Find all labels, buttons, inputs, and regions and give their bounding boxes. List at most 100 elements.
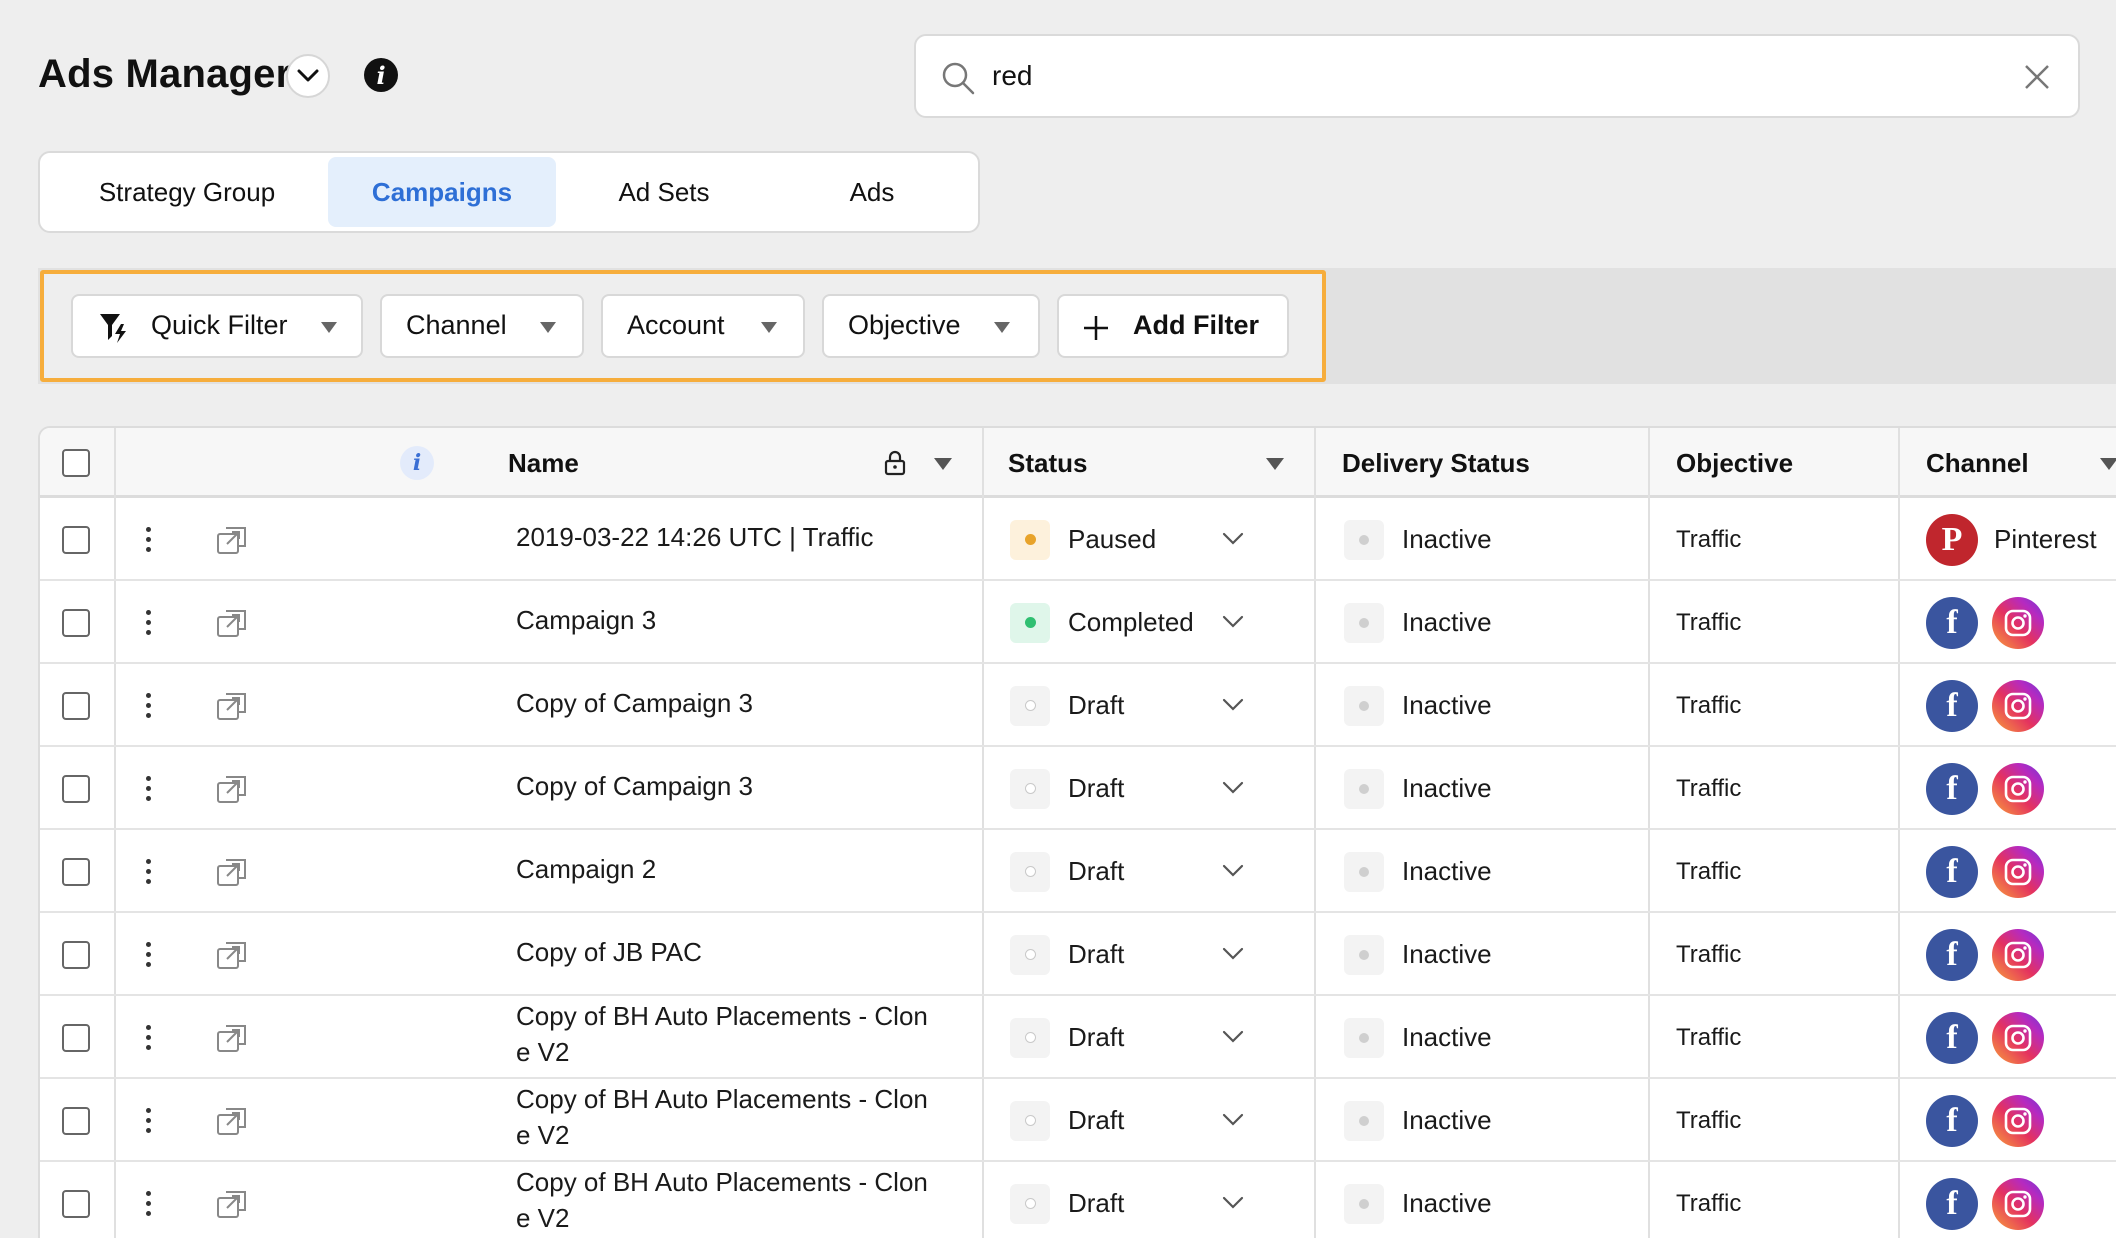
chevron-down-icon[interactable] bbox=[1222, 698, 1244, 712]
column-header-delivery-status[interactable]: Delivery Status bbox=[1342, 428, 1530, 498]
open-external-icon[interactable] bbox=[216, 1023, 248, 1053]
table-row[interactable]: Copy of BH Auto Placements - Clon e V2 Dra… bbox=[40, 1162, 2116, 1238]
tab-strategy-group[interactable]: Strategy Group bbox=[46, 157, 328, 227]
table-row[interactable]: Campaign 3 Completed Inactive Traffic f bbox=[40, 581, 2116, 664]
row-checkbox[interactable] bbox=[62, 691, 90, 720]
column-header-objective[interactable]: Objective bbox=[1676, 428, 1793, 498]
column-header-channel[interactable]: Channel bbox=[1926, 428, 2029, 498]
row-select-cell bbox=[62, 913, 90, 996]
tab-ad-sets[interactable]: Ad Sets bbox=[556, 157, 772, 227]
channel-sort-caret-icon[interactable] bbox=[2100, 458, 2116, 470]
search-input[interactable] bbox=[992, 54, 1892, 98]
status-cell[interactable]: Completed bbox=[1010, 581, 1310, 664]
kebab-menu-icon[interactable] bbox=[146, 859, 151, 884]
campaign-name[interactable]: 2019-03-22 14:26 UTC | Traffic bbox=[516, 519, 873, 555]
tab-ads[interactable]: Ads bbox=[772, 157, 972, 227]
open-external-icon[interactable] bbox=[216, 940, 248, 970]
campaign-name-cell[interactable]: Copy of BH Auto Placements - Clon e V2 bbox=[516, 1079, 976, 1162]
campaign-name-cell[interactable]: Campaign 3 bbox=[516, 581, 976, 664]
row-checkbox[interactable] bbox=[62, 525, 90, 554]
campaign-name-cell[interactable]: 2019-03-22 14:26 UTC | Traffic bbox=[516, 498, 976, 581]
campaign-name-cell[interactable]: Copy of Campaign 3 bbox=[516, 747, 976, 830]
column-header-status[interactable]: Status bbox=[1008, 428, 1087, 498]
status-cell[interactable]: Draft bbox=[1010, 996, 1310, 1079]
chevron-down-icon[interactable] bbox=[1222, 1113, 1244, 1127]
campaign-name-cell[interactable]: Copy of JB PAC bbox=[516, 913, 976, 996]
open-external-icon[interactable] bbox=[216, 525, 248, 555]
campaign-name[interactable]: Copy of BH Auto Placements - Clon e V2 bbox=[516, 1164, 928, 1236]
campaign-name[interactable]: Campaign 3 bbox=[516, 602, 656, 638]
open-external-icon[interactable] bbox=[216, 857, 248, 887]
campaign-name-cell[interactable]: Copy of Campaign 3 bbox=[516, 664, 976, 747]
table-row[interactable]: Copy of BH Auto Placements - Clon e V2 Dra… bbox=[40, 996, 2116, 1079]
open-external-icon[interactable] bbox=[216, 1106, 248, 1136]
table-row[interactable]: Campaign 2 Draft Inactive Traffic f bbox=[40, 830, 2116, 913]
status-cell[interactable]: Draft bbox=[1010, 1079, 1310, 1162]
chevron-down-icon[interactable] bbox=[1222, 781, 1244, 795]
objective-filter-button[interactable]: Objective bbox=[822, 294, 1040, 358]
chevron-down-icon[interactable] bbox=[1222, 947, 1244, 961]
row-checkbox[interactable] bbox=[62, 1106, 90, 1135]
campaign-name[interactable]: Copy of JB PAC bbox=[516, 934, 702, 970]
kebab-menu-icon[interactable] bbox=[146, 942, 151, 967]
status-cell[interactable]: Draft bbox=[1010, 830, 1310, 913]
name-sort-caret-icon[interactable] bbox=[934, 458, 952, 470]
status-label: Draft bbox=[1068, 690, 1125, 720]
row-menu-cell bbox=[146, 581, 151, 664]
column-info-icon[interactable]: i bbox=[400, 446, 434, 480]
chevron-down-icon[interactable] bbox=[1222, 1196, 1244, 1210]
title-dropdown-button[interactable] bbox=[286, 54, 330, 98]
info-icon[interactable]: i bbox=[364, 58, 398, 92]
campaign-name-cell[interactable]: Campaign 2 bbox=[516, 830, 976, 913]
campaign-name-cell[interactable]: Copy of BH Auto Placements - Clon e V2 bbox=[516, 996, 976, 1079]
row-checkbox[interactable] bbox=[62, 1023, 90, 1052]
status-sort-caret-icon[interactable] bbox=[1266, 458, 1284, 470]
open-external-icon[interactable] bbox=[216, 608, 248, 638]
status-cell[interactable]: Draft bbox=[1010, 664, 1310, 747]
row-checkbox[interactable] bbox=[62, 774, 90, 803]
kebab-menu-icon[interactable] bbox=[146, 527, 151, 552]
objective-cell: Traffic bbox=[1676, 691, 1742, 719]
row-checkbox[interactable] bbox=[62, 1189, 90, 1218]
status-cell[interactable]: Paused bbox=[1010, 498, 1310, 581]
row-checkbox[interactable] bbox=[62, 608, 90, 637]
kebab-menu-icon[interactable] bbox=[146, 776, 151, 801]
status-cell[interactable]: Draft bbox=[1010, 747, 1310, 830]
campaign-name[interactable]: Copy of BH Auto Placements - Clon e V2 bbox=[516, 998, 928, 1070]
column-header-name[interactable]: Name bbox=[508, 428, 579, 498]
table-row[interactable]: Copy of JB PAC Draft Inactive Traffic f bbox=[40, 913, 2116, 996]
chevron-down-icon[interactable] bbox=[1222, 615, 1244, 629]
campaign-name-line: Copy of JB PAC bbox=[516, 936, 702, 967]
kebab-menu-icon[interactable] bbox=[146, 1025, 151, 1050]
status-cell[interactable]: Draft bbox=[1010, 913, 1310, 996]
table-row[interactable]: Copy of BH Auto Placements - Clon e V2 Dra… bbox=[40, 1079, 2116, 1162]
chevron-down-icon[interactable] bbox=[1222, 532, 1244, 546]
channel-filter-button[interactable]: Channel bbox=[380, 294, 584, 358]
kebab-menu-icon[interactable] bbox=[146, 693, 151, 718]
chevron-down-icon[interactable] bbox=[1222, 864, 1244, 878]
quick-filter-button[interactable]: Quick Filter bbox=[71, 294, 363, 358]
campaign-name[interactable]: Copy of Campaign 3 bbox=[516, 768, 753, 804]
campaign-name[interactable]: Copy of Campaign 3 bbox=[516, 685, 753, 721]
row-checkbox[interactable] bbox=[62, 857, 90, 886]
kebab-menu-icon[interactable] bbox=[146, 610, 151, 635]
campaign-name[interactable]: Copy of BH Auto Placements - Clon e V2 bbox=[516, 1081, 928, 1153]
add-filter-button[interactable]: Add Filter bbox=[1057, 294, 1289, 358]
table-row[interactable]: Copy of Campaign 3 Draft Inactive Traffic f bbox=[40, 664, 2116, 747]
row-checkbox[interactable] bbox=[62, 940, 90, 969]
open-external-icon[interactable] bbox=[216, 1189, 248, 1219]
account-filter-button[interactable]: Account bbox=[601, 294, 805, 358]
chevron-down-icon[interactable] bbox=[1222, 1030, 1244, 1044]
open-external-icon[interactable] bbox=[216, 774, 248, 804]
campaign-name[interactable]: Campaign 2 bbox=[516, 851, 656, 887]
kebab-menu-icon[interactable] bbox=[146, 1108, 151, 1133]
kebab-menu-icon[interactable] bbox=[146, 1191, 151, 1216]
table-row[interactable]: 2019-03-22 14:26 UTC | Traffic Paused Inac… bbox=[40, 498, 2116, 581]
table-row[interactable]: Copy of Campaign 3 Draft Inactive Traffic f bbox=[40, 747, 2116, 830]
open-external-icon[interactable] bbox=[216, 691, 248, 721]
status-cell[interactable]: Draft bbox=[1010, 1162, 1310, 1238]
select-all-checkbox[interactable] bbox=[62, 449, 90, 477]
campaign-name-cell[interactable]: Copy of BH Auto Placements - Clon e V2 bbox=[516, 1162, 976, 1238]
close-icon[interactable] bbox=[2022, 62, 2052, 92]
tab-campaigns[interactable]: Campaigns bbox=[328, 157, 556, 227]
